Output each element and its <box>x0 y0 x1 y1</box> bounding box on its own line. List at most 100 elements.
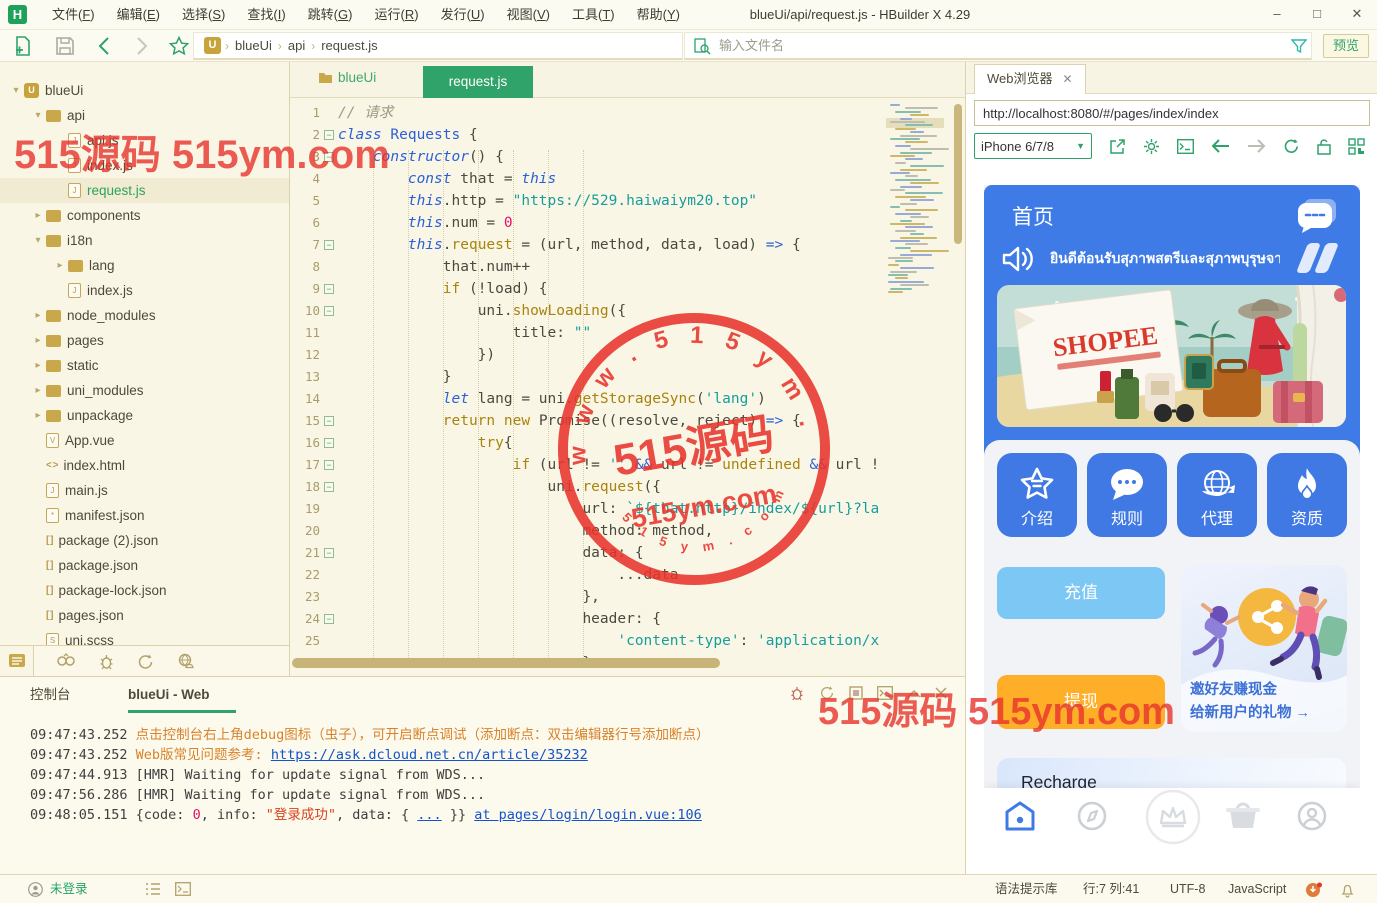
project-tab[interactable]: blueUi <box>318 70 376 85</box>
console-tab[interactable]: 控制台 <box>30 677 71 713</box>
forward-icon[interactable] <box>130 35 152 57</box>
fold-marker-icon[interactable]: − <box>320 234 338 256</box>
login-status[interactable]: 未登录 <box>50 875 88 903</box>
fold-marker-icon[interactable]: − <box>320 300 338 322</box>
terminal-status-icon[interactable] <box>175 882 191 896</box>
tree-item-lang[interactable]: ▸lang <box>0 253 290 278</box>
cursor-position[interactable]: 行:7 列:41 <box>1083 875 1139 903</box>
line-number[interactable]: 5 <box>290 190 320 212</box>
close-button[interactable]: ✕ <box>1337 0 1377 29</box>
tree-item-package-lock-json[interactable]: [ ]package-lock.json <box>0 578 290 603</box>
home-tab-icon[interactable] <box>1004 800 1036 832</box>
line-number[interactable]: 14 <box>290 388 320 410</box>
invite-card[interactable]: 邀好友赚现金 给新用户的礼物 → <box>1181 565 1347 732</box>
tree-item-pages[interactable]: ▸pages <box>0 328 290 353</box>
console-icon[interactable] <box>1177 139 1194 154</box>
menu-U[interactable]: 发行(U) <box>430 0 496 30</box>
code-line-8[interactable]: 8 that.num++ <box>290 256 884 278</box>
chevron-closed-icon[interactable]: ▸ <box>30 385 46 396</box>
chevron-closed-icon[interactable]: ▸ <box>30 335 46 346</box>
outline-list-icon[interactable] <box>145 882 161 896</box>
menu-I[interactable]: 查找(I) <box>236 0 296 30</box>
line-number[interactable]: 6 <box>290 212 320 234</box>
syntax-lib-label[interactable]: 语法提示库 <box>995 875 1058 903</box>
nav-back-icon[interactable] <box>1211 139 1230 153</box>
console-link[interactable]: at pages/login/login.vue:106 <box>474 807 702 823</box>
code-line-1[interactable]: 1// 请求 <box>290 102 884 124</box>
back-icon[interactable] <box>94 35 116 57</box>
new-file-icon[interactable] <box>12 35 34 57</box>
gear-icon[interactable] <box>1143 138 1160 155</box>
line-number[interactable]: 12 <box>290 344 320 366</box>
tree-item-static[interactable]: ▸static <box>0 353 290 378</box>
line-number[interactable]: 25 <box>290 630 320 652</box>
tree-item-unpackage[interactable]: ▸unpackage <box>0 403 290 428</box>
tree-item-uni-modules[interactable]: ▸uni_modules <box>0 378 290 403</box>
line-number[interactable]: 23 <box>290 586 320 608</box>
line-number[interactable]: 8 <box>290 256 320 278</box>
code-line-7[interactable]: 7− this.request = (url, method, data, lo… <box>290 234 884 256</box>
web-browser-tab[interactable]: Web浏览器✕ <box>974 64 1086 94</box>
code-line-25[interactable]: 25 'content-type': 'application/x <box>290 630 884 652</box>
feature-qualification-button[interactable]: 资质 <box>1267 453 1347 537</box>
fold-marker-icon[interactable]: − <box>320 608 338 630</box>
url-input[interactable] <box>975 101 1369 125</box>
menu-G[interactable]: 跳转(G) <box>297 0 364 30</box>
console-link[interactable]: ... <box>417 807 441 823</box>
console-link[interactable]: https://ask.dcloud.net.cn/article/35232 <box>271 747 588 763</box>
line-number[interactable]: 20 <box>290 520 320 542</box>
vip-tab-icon[interactable] <box>1144 788 1202 846</box>
line-number[interactable]: 10 <box>290 300 320 322</box>
banner-carousel[interactable]: SHOPEE <box>997 285 1346 427</box>
open-external-icon[interactable] <box>1109 138 1126 155</box>
search-input[interactable] <box>719 38 1311 53</box>
tree-item-pages-json[interactable]: [ ]pages.json <box>0 603 290 628</box>
breadcrumb-file[interactable]: request.js <box>321 38 377 53</box>
refresh-tab-icon[interactable] <box>137 653 155 670</box>
lock-icon[interactable] <box>1317 138 1331 155</box>
tab-request-js[interactable]: request.js <box>423 66 533 98</box>
menu-V[interactable]: 视图(V) <box>496 0 561 30</box>
chevron-closed-icon[interactable]: ▸ <box>52 260 68 271</box>
chevron-open-icon[interactable]: ▾ <box>30 235 46 246</box>
tree-item-main-js[interactable]: Jmain.js <box>0 478 290 503</box>
line-number[interactable]: 19 <box>290 498 320 520</box>
tree-item-components[interactable]: ▸components <box>0 203 290 228</box>
discover-tab-icon[interactable] <box>1076 800 1108 832</box>
fold-marker-icon[interactable]: − <box>320 476 338 498</box>
search-tab-icon[interactable] <box>56 653 76 669</box>
language-label[interactable]: JavaScript <box>1228 875 1286 903</box>
fold-marker-icon[interactable]: − <box>320 454 338 476</box>
encoding-label[interactable]: UTF-8 <box>1170 875 1205 903</box>
fold-marker-icon[interactable]: − <box>320 410 338 432</box>
tree-item-package-json[interactable]: [ ]package.json <box>0 553 290 578</box>
close-tab-icon[interactable]: ✕ <box>1063 72 1073 86</box>
code-line-6[interactable]: 6 this.num = 0 <box>290 212 884 234</box>
code-line-5[interactable]: 5 this.http = "https://529.haiwaiym20.to… <box>290 190 884 212</box>
nav-forward-icon[interactable] <box>1247 139 1266 153</box>
update-icon[interactable] <box>1305 881 1323 899</box>
feature-intro-button[interactable]: 介绍 <box>997 453 1077 537</box>
line-number[interactable]: 17 <box>290 454 320 476</box>
minimap[interactable] <box>886 100 944 660</box>
tree-item-App-vue[interactable]: VApp.vue <box>0 428 290 453</box>
line-number[interactable]: 24 <box>290 608 320 630</box>
filter-icon[interactable] <box>1291 38 1307 54</box>
console-web-tab[interactable]: blueUi - Web <box>128 677 210 713</box>
breadcrumb-folder[interactable]: api <box>288 38 305 53</box>
qr-code-icon[interactable] <box>1348 138 1365 155</box>
line-number[interactable]: 22 <box>290 564 320 586</box>
line-number[interactable]: 9 <box>290 278 320 300</box>
chevron-open-icon[interactable]: ▾ <box>30 110 46 121</box>
recharge-button[interactable]: 充值 <box>997 567 1165 619</box>
line-number[interactable]: 18 <box>290 476 320 498</box>
minimize-button[interactable]: – <box>1257 0 1297 29</box>
line-number[interactable]: 16 <box>290 432 320 454</box>
horizontal-scrollbar[interactable] <box>292 658 720 668</box>
line-number[interactable]: 15 <box>290 410 320 432</box>
menu-S[interactable]: 选择(S) <box>171 0 236 30</box>
menu-E[interactable]: 编辑(E) <box>106 0 171 30</box>
tree-item-node-modules[interactable]: ▸node_modules <box>0 303 290 328</box>
notification-bell-icon[interactable] <box>1340 882 1355 898</box>
line-number[interactable]: 1 <box>290 102 320 124</box>
